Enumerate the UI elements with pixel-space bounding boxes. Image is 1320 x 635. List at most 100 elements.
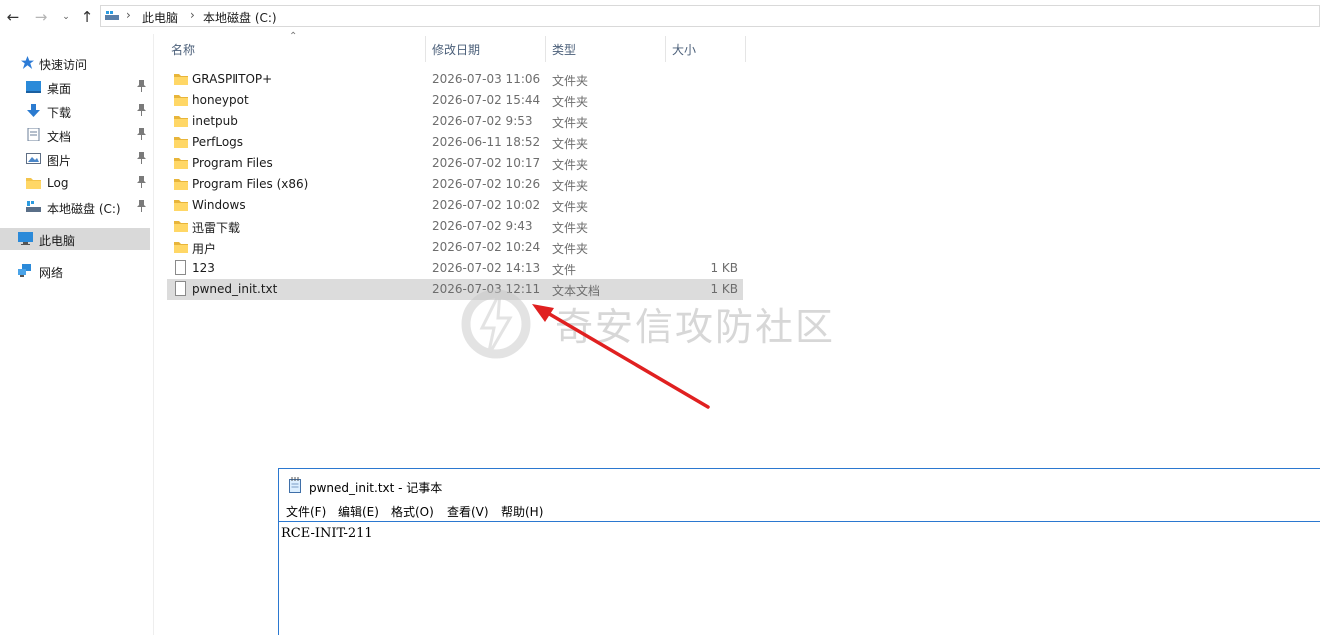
file-modified-date: 2026-07-02 14:13 [432, 261, 541, 275]
file-size: 1 KB [710, 261, 738, 275]
document-icon [27, 128, 40, 141]
file-type: 文件夹 [552, 179, 589, 193]
sidebar-item-log[interactable]: Log [0, 172, 150, 194]
column-divider[interactable] [665, 36, 666, 62]
file-modified-date: 2026-07-02 10:24 [432, 240, 541, 254]
file-type: 文件夹 [552, 158, 589, 172]
file-name: 123 [192, 261, 215, 275]
up-arrow-icon[interactable]: ↑ [78, 8, 96, 26]
file-name: inetpub [192, 114, 238, 128]
column-header-date[interactable]: 修改日期 [432, 41, 480, 58]
notepad-menubar: 文件(F) 编辑(E) 格式(O) 查看(V) 帮助(H) [279, 503, 1320, 521]
notepad-icon [289, 477, 301, 493]
download-icon [27, 104, 40, 117]
folder-icon [174, 158, 188, 169]
desktop-icon [26, 81, 41, 93]
file-row[interactable]: GRASPⅡTOP+ 2026-07-03 11:06 文件夹 [167, 69, 743, 90]
notepad-text-area[interactable]: RCE-INIT-211 [279, 521, 1320, 635]
pin-icon[interactable] [137, 80, 146, 92]
star-icon [21, 56, 34, 69]
sidebar-this-pc[interactable]: 此电脑 [0, 228, 150, 250]
menu-help[interactable]: 帮助(H) [501, 503, 543, 520]
forward-arrow-icon[interactable]: → [32, 8, 50, 26]
file-row[interactable]: honeypot 2026-07-02 15:44 文件夹 [167, 90, 743, 111]
sidebar-item-documents[interactable]: 文档 [0, 124, 150, 146]
folder-icon [174, 137, 188, 148]
file-row[interactable]: inetpub 2026-07-02 9:53 文件夹 [167, 111, 743, 132]
file-row[interactable]: 用户 2026-07-02 10:24 文件夹 [167, 237, 743, 258]
sidebar-item-label: 图片 [47, 154, 72, 168]
sidebar-item-label: 此电脑 [39, 234, 76, 248]
drive-icon [26, 201, 41, 212]
recent-locations-chevron-icon[interactable]: ⌄ [57, 8, 75, 26]
file-name: Program Files [192, 156, 273, 170]
column-divider[interactable] [425, 36, 426, 62]
notepad-title: pwned_init.txt - 记事本 [309, 481, 443, 495]
text-file-icon [175, 281, 186, 296]
this-pc-icon [18, 232, 33, 245]
file-name: Windows [192, 198, 246, 212]
column-header-name[interactable]: 名称 [171, 41, 195, 58]
file-name: pwned_init.txt [192, 282, 278, 296]
file-row[interactable]: Program Files 2026-07-02 10:17 文件夹 [167, 153, 743, 174]
pin-icon[interactable] [137, 128, 146, 140]
column-divider[interactable] [545, 36, 546, 62]
folder-icon [174, 200, 188, 211]
file-modified-date: 2026-07-02 10:26 [432, 177, 541, 191]
breadcrumb-separator-icon: › [126, 8, 131, 22]
file-name: 迅雷下载 [192, 221, 241, 235]
column-header-type[interactable]: 类型 [552, 41, 576, 58]
column-header-size[interactable]: 大小 [672, 41, 696, 58]
file-type: 文件夹 [552, 74, 589, 88]
sidebar-item-label: 本地磁盘 (C:) [47, 202, 121, 216]
pin-icon[interactable] [137, 176, 146, 188]
file-type: 文件夹 [552, 116, 589, 130]
file-name: PerfLogs [192, 135, 244, 149]
sidebar-item-label: 下载 [47, 106, 72, 120]
sidebar-item-downloads[interactable]: 下载 [0, 100, 150, 122]
notepad-content[interactable]: RCE-INIT-211 [281, 526, 373, 541]
file-modified-date: 2026-07-02 9:43 [432, 219, 533, 233]
pin-icon[interactable] [137, 152, 146, 164]
folder-icon [174, 242, 188, 253]
file-icon [175, 260, 186, 275]
breadcrumb-local-disk[interactable]: 本地磁盘 (C:) [203, 9, 277, 26]
folder-icon [26, 178, 41, 189]
file-type: 文件夹 [552, 95, 589, 109]
sidebar-item-local-disk[interactable]: 本地磁盘 (C:) [0, 196, 150, 218]
file-row[interactable]: 迅雷下载 2026-07-02 9:43 文件夹 [167, 216, 743, 237]
sort-ascending-chevron-icon: ⌃ [289, 31, 298, 42]
column-divider[interactable] [745, 36, 746, 62]
file-modified-date: 2026-06-11 18:52 [432, 135, 541, 149]
sidebar-item-label: 桌面 [47, 82, 72, 96]
breadcrumb-this-pc[interactable]: 此电脑 [142, 9, 178, 26]
menu-format[interactable]: 格式(O) [391, 503, 434, 520]
sidebar-quick-access[interactable]: 快速访问 [0, 52, 150, 74]
folder-icon [174, 221, 188, 232]
file-row[interactable]: PerfLogs 2026-06-11 18:52 文件夹 [167, 132, 743, 153]
sidebar-item-desktop[interactable]: 桌面 [0, 76, 150, 98]
menu-view[interactable]: 查看(V) [447, 503, 489, 520]
file-type: 文件夹 [552, 137, 589, 151]
file-type: 文件夹 [552, 200, 589, 214]
sidebar-network[interactable]: 网络 [0, 260, 150, 282]
file-row[interactable]: 123 2026-07-02 14:13 文件 1 KB [167, 258, 743, 279]
file-type: 文件 [552, 263, 577, 277]
breadcrumb-separator-icon: › [190, 8, 195, 22]
file-type: 文件夹 [552, 242, 589, 256]
address-bar[interactable]: › 此电脑 › 本地磁盘 (C:) [100, 5, 1320, 27]
sidebar-item-pictures[interactable]: 图片 [0, 148, 150, 170]
pin-icon[interactable] [137, 200, 146, 212]
picture-icon [26, 153, 41, 164]
file-row[interactable]: Program Files (x86) 2026-07-02 10:26 文件夹 [167, 174, 743, 195]
menu-edit[interactable]: 编辑(E) [338, 503, 379, 520]
folder-icon [174, 95, 188, 106]
file-row[interactable]: Windows 2026-07-02 10:02 文件夹 [167, 195, 743, 216]
file-modified-date: 2026-07-02 10:17 [432, 156, 541, 170]
navigation-pane: 快速访问 桌面 下载 文档 图片 Log 本地磁盘 (C:) 此电脑 网络 [0, 34, 154, 635]
sidebar-item-label: 快速访问 [39, 58, 88, 72]
pin-icon[interactable] [137, 104, 146, 116]
menu-file[interactable]: 文件(F) [286, 503, 326, 520]
back-arrow-icon[interactable]: ← [4, 8, 22, 26]
network-icon [18, 264, 31, 277]
